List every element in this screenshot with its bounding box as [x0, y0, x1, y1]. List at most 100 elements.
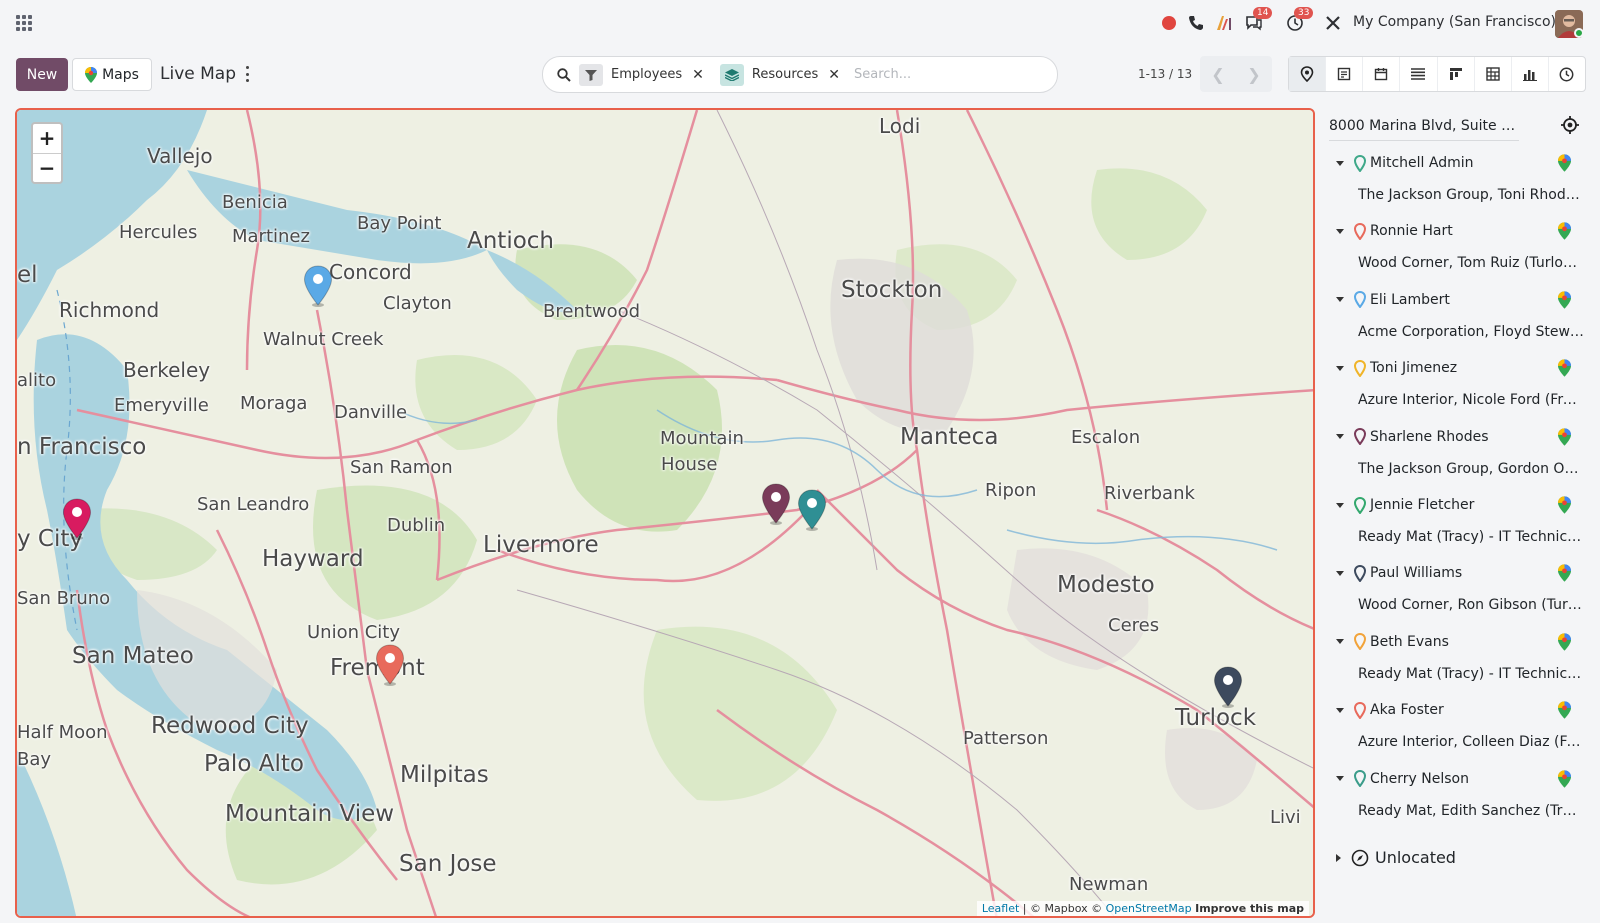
- graph-view-icon[interactable]: [1512, 57, 1549, 91]
- next-page-icon[interactable]: ❯: [1247, 65, 1260, 84]
- employee-header[interactable]: Mitchell Admin: [1336, 153, 1474, 173]
- employee-header[interactable]: Ronnie Hart: [1336, 221, 1453, 241]
- google-maps-icon[interactable]: [1558, 154, 1571, 176]
- map-place-label: Dublin: [387, 515, 446, 536]
- employee-map-marker[interactable]: [761, 483, 791, 525]
- employee-map-marker[interactable]: [375, 644, 405, 686]
- google-maps-icon[interactable]: [1558, 701, 1571, 723]
- employee-header[interactable]: Sharlene Rhodes: [1336, 427, 1489, 447]
- employee-task[interactable]: Azure Interior, Nicole Ford (Frem...: [1358, 392, 1584, 408]
- locate-me-icon[interactable]: [1560, 115, 1580, 139]
- map-place-label: Hayward: [262, 546, 364, 572]
- employee-task[interactable]: The Jackson Group, Gordon Ow...: [1358, 461, 1584, 477]
- calendar-view-icon[interactable]: [1363, 57, 1401, 91]
- google-maps-icon[interactable]: [1558, 769, 1571, 792]
- recording-icon[interactable]: [1160, 13, 1178, 33]
- messages-badge: 14: [1253, 7, 1273, 19]
- compass-icon: [1351, 849, 1369, 866]
- activity-view-icon[interactable]: [1549, 57, 1585, 91]
- employee-entry: Ronnie Hart Wood Corner, Tom Ruiz (Turloc…: [1322, 221, 1592, 291]
- list-view-icon[interactable]: [1400, 57, 1438, 91]
- new-button[interactable]: New: [16, 58, 68, 91]
- map-place-label: Ceres: [1108, 615, 1160, 636]
- tools-icon[interactable]: [1323, 13, 1343, 33]
- map-place-label: Stockton: [841, 277, 943, 303]
- google-maps-icon[interactable]: [1558, 359, 1571, 381]
- osm-link[interactable]: OpenStreetMap: [1106, 902, 1192, 915]
- google-maps-icon[interactable]: [1558, 633, 1571, 655]
- kanban-view-icon[interactable]: [1438, 57, 1475, 91]
- previous-page-icon[interactable]: ❮: [1211, 65, 1224, 84]
- live-map[interactable]: Lodi Vallejo Benicia Hercules Martinez Bay Po…: [15, 108, 1315, 918]
- employee-map-marker[interactable]: [1213, 666, 1243, 708]
- employee-name: Sharlene Rhodes: [1370, 428, 1489, 445]
- employee-task[interactable]: Wood Corner, Tom Ruiz (Turlock...: [1358, 255, 1584, 271]
- google-maps-icon[interactable]: [1558, 222, 1571, 244]
- unlocated-group[interactable]: Unlocated: [1336, 848, 1456, 867]
- employee-task[interactable]: Acme Corporation, Floyd Stewar...: [1358, 324, 1584, 340]
- form-view-icon[interactable]: [1326, 57, 1364, 91]
- remove-facet-icon[interactable]: ✕: [692, 67, 704, 83]
- employee-header[interactable]: Aka Foster: [1336, 700, 1444, 720]
- google-maps-icon[interactable]: [1558, 564, 1571, 586]
- employee-header[interactable]: Eli Lambert: [1336, 290, 1450, 310]
- zoom-in-button[interactable]: +: [33, 124, 61, 154]
- pivot-view-icon[interactable]: [1475, 57, 1512, 91]
- google-maps-icon[interactable]: [1558, 496, 1571, 518]
- employee-header[interactable]: Beth Evans: [1336, 632, 1449, 652]
- employee-map-marker[interactable]: [303, 265, 333, 307]
- search-input[interactable]: [854, 67, 1035, 82]
- employee-header[interactable]: Jennie Fletcher: [1336, 495, 1474, 515]
- employee-task[interactable]: Ready Mat (Tracy) - IT Technician: [1358, 666, 1584, 682]
- collapse-caret-icon: [1336, 434, 1344, 440]
- expand-caret-icon: [1336, 853, 1341, 862]
- page-title: Live Map: [160, 64, 236, 84]
- map-place-label: San Jose: [399, 851, 497, 877]
- employee-task[interactable]: Ready Mat, Edith Sanchez (Trac...: [1358, 803, 1584, 819]
- search-icon[interactable]: [557, 67, 571, 82]
- map-view-icon[interactable]: [1289, 57, 1327, 91]
- activity-clock-icon[interactable]: 33: [1284, 7, 1314, 33]
- map-place-label: Richmond: [59, 298, 160, 322]
- employee-task[interactable]: Azure Interior, Colleen Diaz (Fre...: [1358, 734, 1584, 750]
- ai-icon[interactable]: [1214, 13, 1234, 33]
- map-place-label: Livi: [1270, 807, 1301, 828]
- collapse-caret-icon: [1336, 160, 1344, 166]
- online-status-dot: [1574, 28, 1584, 38]
- map-place-label: Berkeley: [123, 358, 211, 382]
- employee-entry: Paul Williams Wood Corner, Ron Gibson (Tu…: [1322, 563, 1592, 633]
- google-maps-icon[interactable]: [1558, 427, 1571, 450]
- employee-name: Eli Lambert: [1370, 291, 1450, 308]
- company-switcher[interactable]: My Company (San Francisco): [1353, 14, 1556, 30]
- employee-header[interactable]: Paul Williams: [1336, 563, 1462, 583]
- map-place-label: Vallejo: [147, 144, 213, 168]
- map-place-label: n Francisco: [17, 434, 147, 460]
- origin-address[interactable]: 8000 Marina Blvd, Suite 3...: [1329, 118, 1519, 134]
- map-place-label: Martinez: [232, 226, 310, 247]
- map-place-label: alito: [17, 370, 57, 391]
- maps-breadcrumb-button[interactable]: Maps: [72, 58, 152, 91]
- app-menu-icon[interactable]: [16, 15, 32, 31]
- employee-map-marker[interactable]: [62, 498, 92, 540]
- employee-name: Cherry Nelson: [1370, 770, 1469, 787]
- pager-value[interactable]: 1-13 / 13: [1138, 67, 1192, 81]
- employee-header[interactable]: Toni Jimenez: [1336, 358, 1457, 378]
- phone-icon[interactable]: [1186, 13, 1206, 33]
- google-maps-icon[interactable]: [1558, 291, 1571, 313]
- employee-task[interactable]: Wood Corner, Ron Gibson (Turlo...: [1358, 597, 1584, 613]
- employee-entry: Aka Foster Azure Interior, Colleen Diaz (…: [1322, 700, 1592, 770]
- leaflet-link[interactable]: Leaflet: [982, 902, 1019, 915]
- messages-icon[interactable]: 14: [1243, 7, 1273, 33]
- action-menu-icon[interactable]: [244, 66, 250, 82]
- map-place-label: Milpitas: [400, 762, 489, 788]
- remove-facet-icon[interactable]: ✕: [828, 67, 840, 83]
- employee-map-marker[interactable]: [797, 489, 827, 531]
- employee-task[interactable]: The Jackson Group, Toni Rhode...: [1358, 187, 1584, 203]
- employee-header[interactable]: Cherry Nelson: [1336, 769, 1469, 789]
- employee-entry: Cherry Nelson Ready Mat, Edith Sanchez (T…: [1322, 769, 1592, 839]
- employee-task[interactable]: Ready Mat (Tracy) - IT Technician: [1358, 529, 1584, 545]
- map-place-label: Lodi: [879, 114, 921, 138]
- map-place-label: Clayton: [383, 293, 452, 314]
- improve-map-link[interactable]: Improve this map: [1195, 902, 1304, 915]
- zoom-out-button[interactable]: −: [33, 154, 61, 183]
